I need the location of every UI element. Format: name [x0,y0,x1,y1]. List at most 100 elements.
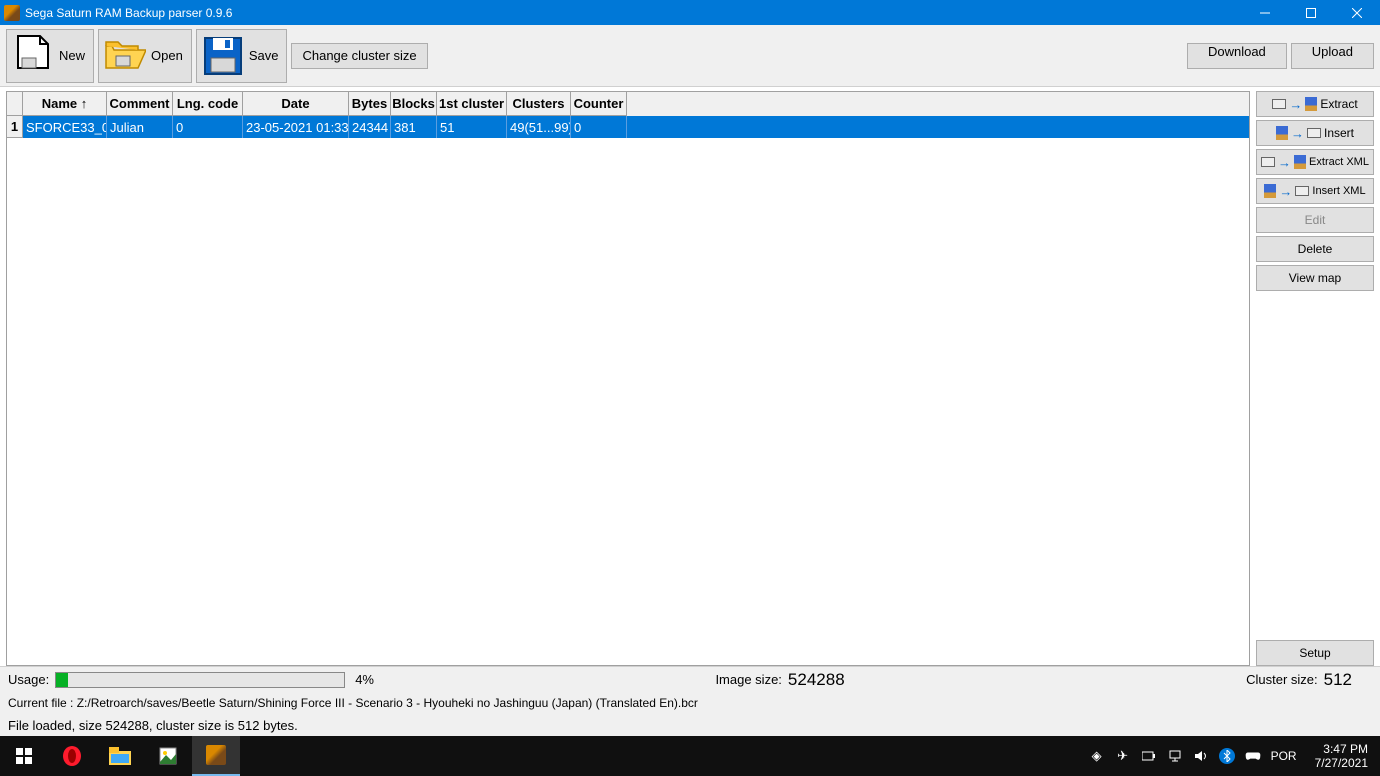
close-button[interactable] [1334,0,1380,25]
new-label: New [59,48,85,63]
save-label: Save [249,48,279,63]
cell-counter: 0 [571,116,627,138]
insert-xml-label: Insert XML [1312,185,1365,197]
windows-taskbar[interactable]: ◈ ✈ POR 3:47 PM 7/27/2021 [0,736,1380,776]
taskbar-app-opera[interactable] [48,736,96,776]
status-message: File loaded, size 524288, cluster size i… [8,718,298,733]
table-row[interactable]: 1 SFORCE33_01 Julian 0 23-05-2021 01:33 … [7,116,1249,138]
save-button[interactable]: Save [196,29,288,83]
extract-xml-label: Extract XML [1309,156,1369,168]
insert-button[interactable]: → Insert [1256,120,1374,146]
sprite-icon [1264,184,1276,198]
open-button[interactable]: Open [98,29,192,83]
insert-label: Insert [1324,126,1354,140]
change-cluster-size-button[interactable]: Change cluster size [291,43,427,69]
extract-xml-button[interactable]: → Extract XML [1256,149,1374,175]
edit-button[interactable]: Edit [1256,207,1374,233]
sprite-icon [1294,155,1306,169]
taskbar-app-paint[interactable] [144,736,192,776]
taskbar-app-current[interactable] [192,736,240,776]
start-button[interactable] [0,736,48,776]
tray-network-icon[interactable] [1167,748,1183,764]
download-button[interactable]: Download [1187,43,1287,69]
taskbar-app-explorer[interactable] [96,736,144,776]
cell-blocks: 381 [391,116,437,138]
open-label: Open [151,48,183,63]
grid-header-first[interactable]: 1st cluster [437,92,507,116]
row-number: 1 [7,116,23,138]
open-folder-icon [103,34,147,78]
card-icon [1261,157,1275,167]
tray-icon[interactable]: ◈ [1089,748,1105,764]
system-tray[interactable]: ◈ ✈ POR 3:47 PM 7/27/2021 [1089,742,1380,771]
tray-language[interactable]: POR [1271,749,1297,763]
maximize-button[interactable] [1288,0,1334,25]
cell-bytes: 24344 [349,116,391,138]
cell-comment: Julian [107,116,173,138]
titlebar: Sega Saturn RAM Backup parser 0.9.6 [0,0,1380,25]
new-file-icon [11,34,55,78]
arrow-right-icon: → [1279,184,1292,199]
grid-header-name[interactable]: Name ↑ [23,92,107,116]
grid-header-row: Name ↑ Comment Lng. code Date Bytes Bloc… [7,92,1249,116]
app-icon [206,745,226,765]
grid-header-bytes[interactable]: Bytes [349,92,391,116]
grid-header-counter[interactable]: Counter [571,92,627,116]
tray-clock[interactable]: 3:47 PM 7/27/2021 [1307,742,1376,771]
usage-label: Usage: [8,672,49,687]
change-cluster-label: Change cluster size [302,48,416,63]
cell-date: 23-05-2021 01:33 [243,116,349,138]
data-grid[interactable]: Name ↑ Comment Lng. code Date Bytes Bloc… [6,91,1250,666]
new-button[interactable]: New [6,29,94,83]
cell-lng: 0 [173,116,243,138]
arrow-right-icon: → [1291,126,1304,141]
arrow-right-icon: → [1289,97,1302,112]
upload-button[interactable]: Upload [1291,43,1374,69]
status-bar-message: File loaded, size 524288, cluster size i… [0,714,1380,736]
card-icon [1272,99,1286,109]
cell-clusters: 49(51...99) [507,116,571,138]
sprite-icon [1305,97,1317,111]
usage-percent: 4% [355,672,374,687]
main-area: Name ↑ Comment Lng. code Date Bytes Bloc… [0,87,1380,666]
arrow-right-icon: → [1278,155,1291,170]
status-bar-usage: Usage: 4% Image size: 524288 Cluster siz… [0,666,1380,692]
window-title: Sega Saturn RAM Backup parser 0.9.6 [25,6,232,20]
tray-gamepad-icon[interactable] [1245,748,1261,764]
cell-first: 51 [437,116,507,138]
grid-header-rownum[interactable] [7,92,23,116]
setup-button[interactable]: Setup [1256,640,1374,666]
card-icon [1295,186,1309,196]
imagesize-label: Image size: [715,672,781,687]
insert-xml-button[interactable]: → Insert XML [1256,178,1374,204]
status-bar-filepath: Current file : Z:/Retroarch/saves/Beetle… [0,692,1380,714]
clustersize-label: Cluster size: [1246,672,1318,687]
save-floppy-icon [201,34,245,78]
minimize-button[interactable] [1242,0,1288,25]
usage-progress-bar [55,672,345,688]
card-icon [1307,128,1321,138]
current-file-text: Current file : Z:/Retroarch/saves/Beetle… [8,696,698,710]
sprite-icon [1276,126,1288,140]
app-icon [4,5,20,21]
tray-battery-icon[interactable] [1141,748,1157,764]
grid-header-date[interactable]: Date [243,92,349,116]
tray-bluetooth-icon[interactable] [1219,748,1235,764]
clustersize-value: 512 [1324,670,1352,690]
cell-name: SFORCE33_01 [23,116,107,138]
grid-header-blocks[interactable]: Blocks [391,92,437,116]
imagesize-value: 524288 [788,670,845,690]
side-button-panel: → Extract → Insert → Extract XML → Inser… [1250,87,1380,666]
delete-button[interactable]: Delete [1256,236,1374,262]
tray-icon[interactable]: ✈ [1115,748,1131,764]
grid-header-lng[interactable]: Lng. code [173,92,243,116]
grid-header-clusters[interactable]: Clusters [507,92,571,116]
toolbar: New Open Save Change cluster size Downlo… [0,25,1380,87]
grid-header-comment[interactable]: Comment [107,92,173,116]
tray-volume-icon[interactable] [1193,748,1209,764]
extract-button[interactable]: → Extract [1256,91,1374,117]
view-map-button[interactable]: View map [1256,265,1374,291]
clock-date: 7/27/2021 [1315,756,1368,770]
clock-time: 3:47 PM [1315,742,1368,756]
extract-label: Extract [1320,97,1357,111]
